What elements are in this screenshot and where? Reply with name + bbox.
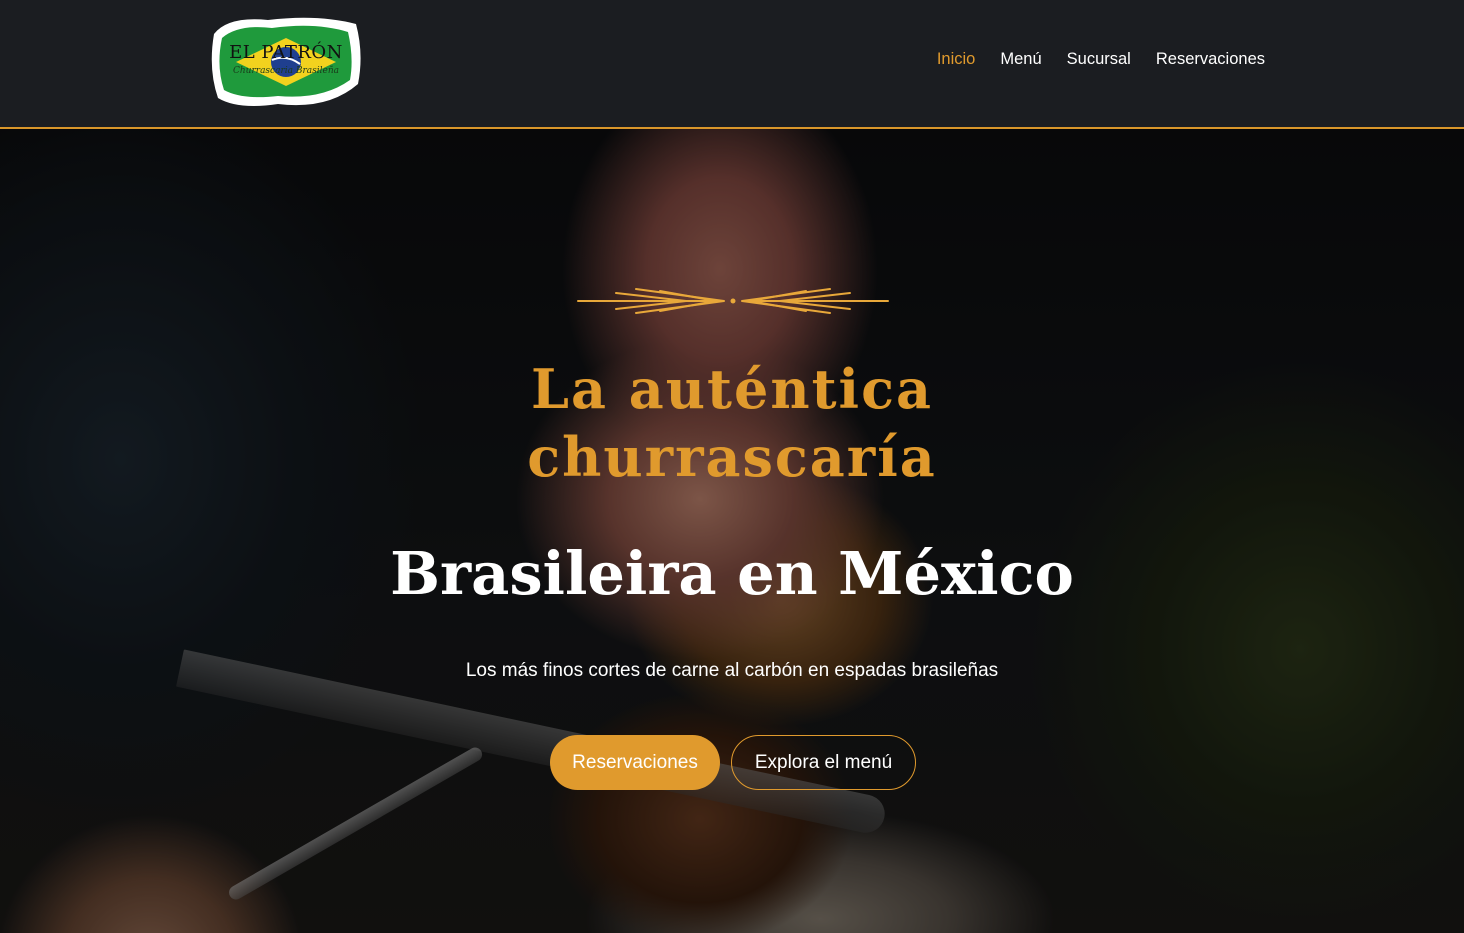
- nav-item-menu[interactable]: Menú: [1000, 50, 1041, 69]
- brand-logo[interactable]: EL PATRÓN Churrascaria Brasileña: [208, 14, 364, 110]
- hero-title-line2: churrascaría: [527, 425, 937, 489]
- hero-overlay: [0, 129, 1464, 933]
- main-nav: Inicio Menú Sucursal Reservaciones: [937, 50, 1265, 69]
- site-header: EL PATRÓN Churrascaria Brasileña Inicio …: [0, 0, 1464, 129]
- reservaciones-button[interactable]: Reservaciones: [550, 735, 720, 790]
- logo-tagline: Churrascaria Brasileña: [232, 66, 340, 76]
- hero-title-line1: La auténtica: [531, 357, 933, 421]
- hero-title-gold: La auténtica churrascaría: [0, 355, 1464, 491]
- hero-title-main: Brasileira en México: [390, 539, 1074, 608]
- explore-menu-button[interactable]: Explora el menú: [731, 735, 916, 790]
- nav-item-inicio[interactable]: Inicio: [937, 50, 976, 69]
- wheat-arrows-divider-icon: [577, 288, 889, 314]
- logo-title: EL PATRÓN: [229, 42, 343, 63]
- hero-section: La auténtica churrascaría Brasileira en …: [0, 129, 1464, 933]
- hero-subtitle: Los más finos cortes de carne al carbón …: [465, 660, 999, 681]
- nav-item-sucursal[interactable]: Sucursal: [1067, 50, 1131, 69]
- hero-buttons: Reservaciones Explora el menú: [550, 735, 916, 790]
- nav-item-reservaciones[interactable]: Reservaciones: [1156, 50, 1265, 69]
